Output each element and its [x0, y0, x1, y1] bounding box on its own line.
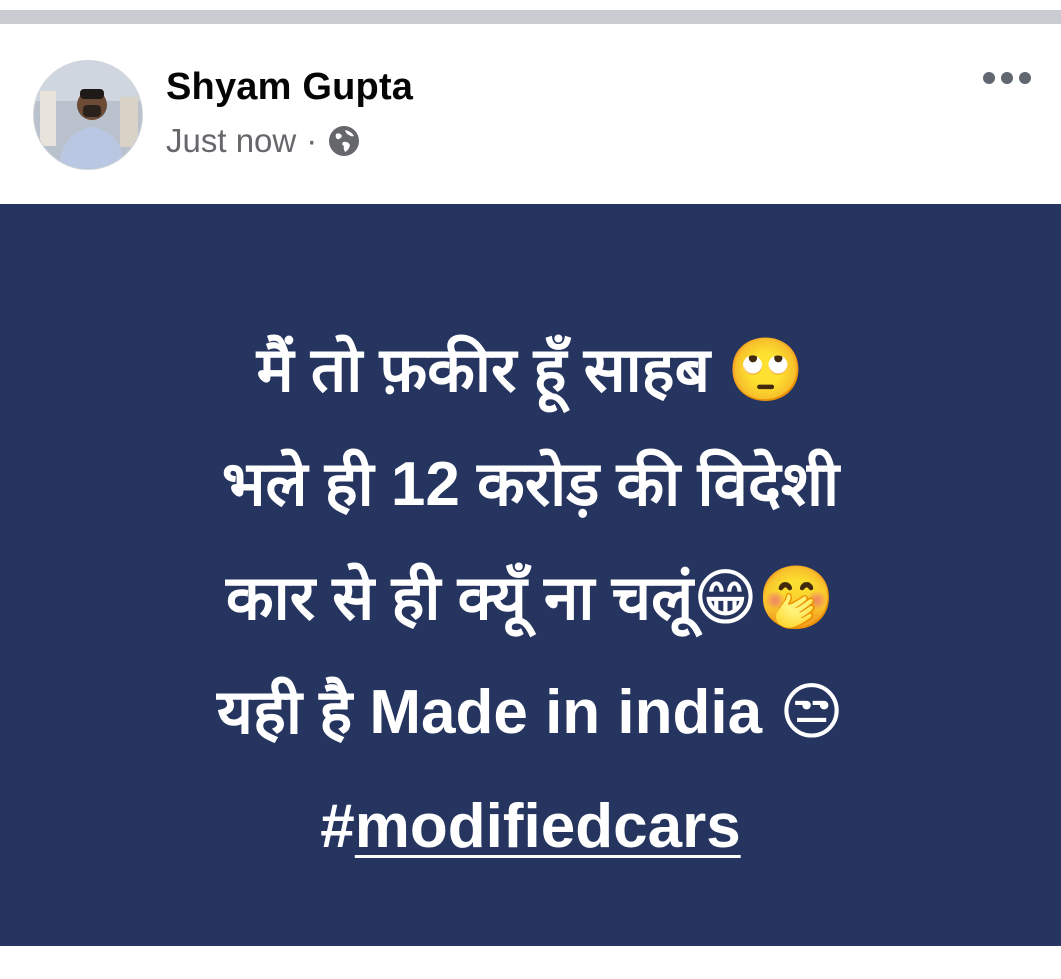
post-meta: Just now · [166, 122, 361, 160]
top-divider [0, 10, 1061, 24]
more-options-icon[interactable] [983, 68, 1031, 88]
post-text-line: मैं तो फ़कीर हूँ साहब 🙄 [256, 336, 805, 405]
more-dot [1019, 72, 1031, 84]
text-post-background: मैं तो फ़कीर हूँ साहब 🙄 भले ही 12 करोड़ … [0, 204, 1061, 946]
author-name[interactable]: Shyam Gupta [166, 66, 413, 109]
post-text: मैं तो फ़कीर हूँ साहब 🙄 भले ही 12 करोड़ … [0, 314, 1061, 884]
more-dot [1001, 72, 1013, 84]
post-text-line: कार से ही क्यूँ ना चलूं😁🤭 [226, 564, 835, 633]
avatar[interactable] [33, 60, 143, 170]
more-dot [983, 72, 995, 84]
post-text-line: भले ही 12 करोड़ की विदेशी [221, 450, 840, 519]
post-card: Shyam Gupta Just now · मैं तो फ़कीर हूँ … [0, 24, 1061, 979]
post-header: Shyam Gupta Just now · [0, 24, 1061, 204]
bottom-spacer [0, 946, 1061, 979]
hashtag-link[interactable]: modifiedcars [355, 792, 741, 861]
timestamp[interactable]: Just now [166, 122, 296, 160]
avatar-photo-icon [34, 61, 142, 169]
hashtag-line: #modifiedcars [0, 770, 1061, 884]
meta-separator: · [306, 122, 318, 159]
post-text-line: यही है Made in india 😒 [217, 678, 844, 747]
hashtag-prefix: # [320, 792, 355, 861]
globe-icon[interactable] [327, 124, 361, 158]
